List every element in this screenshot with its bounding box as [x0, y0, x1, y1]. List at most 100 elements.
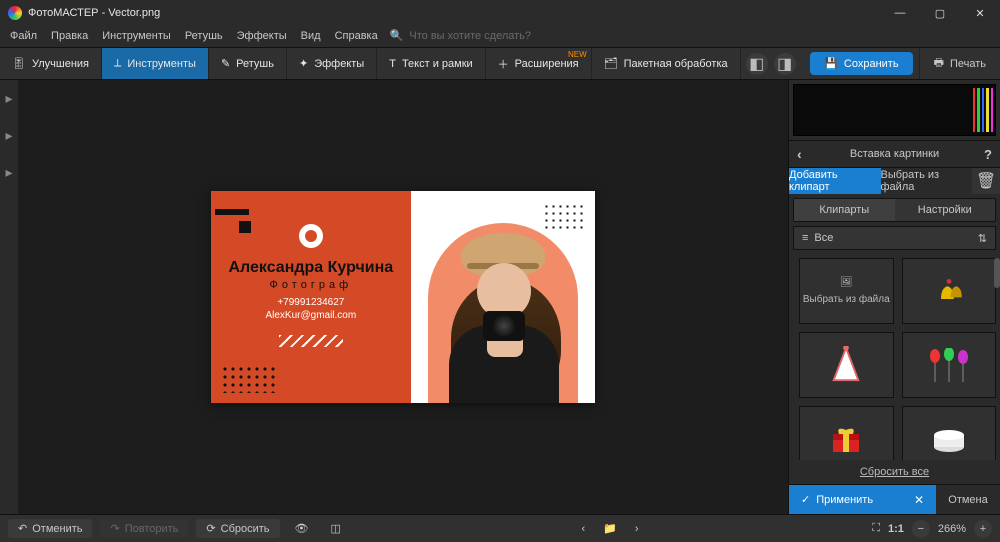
undo-label: Отменить	[32, 523, 82, 535]
print-label: Печать	[950, 58, 986, 70]
tool-instruments[interactable]: ⟂ Инструменты	[102, 48, 209, 79]
menu-file[interactable]: Файл	[4, 28, 43, 44]
upload-from-file-cell[interactable]: 🖼 Выбрать из файла	[799, 258, 894, 324]
sub-tabs: Клипарты Настройки	[793, 198, 996, 222]
histogram-preview[interactable]	[793, 84, 996, 136]
sparkle-icon: ✦	[299, 57, 308, 70]
canvas-area[interactable]: Александра Курчина Фотограф +79991234627…	[18, 80, 788, 514]
clipart-gift[interactable]	[799, 406, 894, 460]
business-card[interactable]: Александра Курчина Фотограф +79991234627…	[211, 191, 595, 403]
plus-icon: ＋	[498, 56, 509, 72]
tool-text-label: Текст и рамки	[402, 58, 473, 70]
menu-edit[interactable]: Правка	[45, 28, 94, 44]
tool-text-frames[interactable]: Т Текст и рамки	[377, 48, 485, 79]
check-icon: ✓	[801, 493, 810, 506]
fit-icon[interactable]: ⛶	[872, 522, 880, 535]
toolbar-icon-group: ◧ ◨	[741, 48, 801, 79]
tool-instruments-label: Инструменты	[127, 58, 196, 70]
clipart-party-hat[interactable]	[799, 332, 894, 398]
card-dots-bottom	[221, 365, 277, 393]
tab-from-file[interactable]: Выбрать из файла	[881, 168, 973, 194]
compare-toggle[interactable]: ◫	[324, 518, 348, 539]
save-button[interactable]: 💾 Сохранить	[810, 52, 912, 75]
next-image-button[interactable]: ›	[628, 518, 646, 539]
subtab-cliparts[interactable]: Клипарты	[794, 199, 895, 221]
adjust-icon-1[interactable]: ◧	[746, 53, 768, 75]
handle-icon[interactable]: ▸	[5, 90, 12, 107]
menu-retouch[interactable]: Ретушь	[179, 28, 229, 44]
brush-icon: ✎	[221, 57, 230, 70]
search-hint[interactable]: Что вы хотите сделать?	[409, 30, 531, 42]
tool-effects[interactable]: ✦ Эффекты	[287, 48, 377, 79]
right-panel: ‹ Вставка картинки ? Добавить клипарт Вы…	[788, 80, 1000, 514]
back-icon[interactable]: ‹	[797, 146, 802, 162]
clipart-gallery: 🖼 Выбрать из файла	[789, 254, 1000, 460]
clipart-bells[interactable]	[902, 258, 997, 324]
redo-button[interactable]: ↷ Повторить	[100, 519, 188, 538]
window-minimize-button[interactable]: ―	[880, 0, 920, 26]
print-button[interactable]: 🖶 Печать	[919, 48, 1000, 79]
browse-button[interactable]: 📁	[596, 518, 624, 539]
main-toolbar: 🎚 Улучшения ⟂ Инструменты ✎ Ретушь ✦ Эфф…	[0, 48, 1000, 80]
tab-add-clipart[interactable]: Добавить клипарт	[789, 168, 881, 194]
reset-button[interactable]: ⟳ Сбросить	[196, 519, 279, 538]
handle-icon[interactable]: ▸	[5, 127, 12, 144]
file-name: Vector.png	[108, 7, 160, 19]
handle-icon[interactable]: ▸	[5, 164, 12, 181]
menu-effects[interactable]: Эффекты	[231, 28, 293, 44]
title-sep: -	[99, 7, 109, 19]
search-icon[interactable]: 🔍	[390, 29, 404, 42]
titlebar: ФотоМАСТЕР - Vector.png ― ▢ ✕	[0, 0, 1000, 26]
menu-view[interactable]: Вид	[295, 28, 327, 44]
redo-label: Повторить	[125, 523, 179, 535]
gallery-scrollbar[interactable]	[994, 258, 1000, 288]
apply-button[interactable]: ✓ Применить ✕	[789, 485, 936, 514]
left-ruler: ▸ ▸ ▸	[0, 80, 18, 514]
window-close-button[interactable]: ✕	[960, 0, 1000, 26]
tool-improve-label: Улучшения	[32, 58, 89, 70]
clipart-balloons[interactable]	[902, 332, 997, 398]
undo-icon: ↶	[18, 522, 27, 535]
card-left-panel: Александра Курчина Фотограф +79991234627…	[211, 191, 411, 403]
chevron-updown-icon: ⇅	[978, 232, 987, 245]
chevron-right-icon: ›	[635, 523, 639, 535]
filter-dropdown[interactable]: ≡ Все ⇅	[793, 226, 996, 250]
crop-icon: ⟂	[114, 57, 121, 70]
tool-batch[interactable]: 🗂 Пакетная обработка	[592, 48, 741, 79]
sliders-icon: 🎚	[12, 57, 26, 70]
zoom-ratio[interactable]: 1:1	[888, 523, 904, 535]
close-apply-icon[interactable]: ✕	[914, 493, 924, 507]
zoom-in-button[interactable]: +	[974, 520, 992, 538]
tool-effects-label: Эффекты	[314, 58, 364, 70]
delete-button[interactable]: 🗑	[972, 168, 1000, 194]
cancel-button[interactable]: Отмена	[936, 485, 1000, 514]
redo-icon: ↷	[110, 522, 119, 535]
tool-retouch-label: Ретушь	[236, 58, 274, 70]
clipart-cake[interactable]	[902, 406, 997, 460]
prev-image-button[interactable]: ‹	[575, 518, 593, 539]
filter-label: Все	[814, 232, 833, 244]
adjust-icon-2[interactable]: ◨	[774, 53, 796, 75]
window-maximize-button[interactable]: ▢	[920, 0, 960, 26]
workspace: ▸ ▸ ▸ Александра Курчина Фотограф +79991…	[0, 80, 1000, 514]
image-upload-icon: 🖼	[840, 277, 853, 288]
tool-extensions[interactable]: ＋ Расширения NEW	[486, 48, 592, 79]
print-icon: 🖶	[934, 54, 944, 73]
menu-tools[interactable]: Инструменты	[96, 28, 177, 44]
app-logo-icon	[8, 6, 22, 20]
insert-tabs: Добавить клипарт Выбрать из файла 🗑	[789, 168, 1000, 194]
new-badge: NEW	[568, 50, 587, 59]
subtab-settings[interactable]: Настройки	[895, 199, 996, 221]
eye-icon: 👁	[295, 522, 309, 535]
app-title: ФотоМАСТЕР	[28, 7, 99, 19]
card-phone: +79991234627	[225, 297, 397, 308]
tool-improve[interactable]: 🎚 Улучшения	[0, 48, 102, 79]
tool-ext-label: Расширения	[515, 58, 579, 70]
reset-all-link[interactable]: Сбросить все	[789, 460, 1000, 484]
zoom-out-button[interactable]: −	[912, 520, 930, 538]
tool-retouch[interactable]: ✎ Ретушь	[209, 48, 287, 79]
menu-help[interactable]: Справка	[329, 28, 384, 44]
eye-toggle[interactable]: 👁	[288, 518, 316, 539]
help-icon[interactable]: ?	[984, 147, 992, 162]
undo-button[interactable]: ↶ Отменить	[8, 519, 92, 538]
